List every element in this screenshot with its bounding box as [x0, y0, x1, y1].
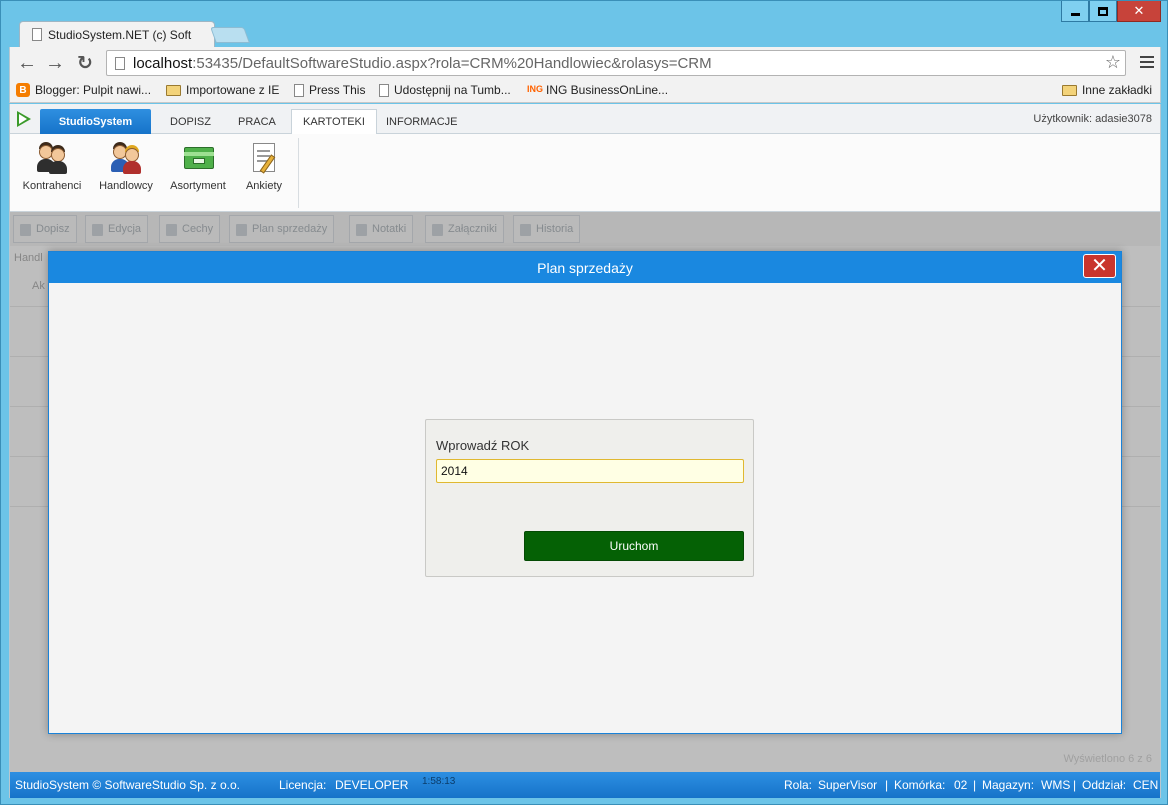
bookmark-label: Blogger: Pulpit nawi...	[35, 83, 152, 97]
contractors-icon	[35, 142, 69, 174]
reload-icon[interactable]: ↻	[74, 52, 96, 74]
maximize-icon	[1098, 6, 1108, 16]
year-input[interactable]	[436, 459, 744, 483]
tab-kartoteki[interactable]: KARTOTEKI	[291, 109, 377, 135]
status-bar: StudioSystem © SoftwareStudio Sp. z o.o.…	[10, 772, 1160, 798]
surveys-icon	[247, 142, 281, 174]
url-host: localhost	[133, 55, 193, 72]
tab-praca[interactable]: PRACA	[227, 109, 287, 134]
minimize-icon	[1070, 12, 1080, 16]
ribbon-label: Asortyment	[170, 180, 226, 192]
page-icon	[294, 83, 304, 97]
back-icon[interactable]: ←	[16, 52, 38, 74]
branch-label: Oddział:	[1082, 778, 1127, 792]
cell-label: Komórka:	[894, 778, 946, 792]
close-icon: ✕	[1091, 255, 1108, 277]
sales-plan-dialog: Plan sprzedaży ✕ Wprowadź ROK Uruchom	[48, 251, 1122, 734]
bookmark-item[interactable]: Udostępnij na Tumb...	[379, 83, 511, 97]
branch-link[interactable]: CEN	[1133, 778, 1158, 792]
other-bookmarks[interactable]: Inne zakładki	[1061, 83, 1152, 97]
separator: |	[1073, 778, 1077, 792]
assortment-icon	[181, 142, 215, 174]
page-icon	[32, 28, 42, 41]
play-icon[interactable]	[17, 111, 31, 127]
license-label: Licencja:	[279, 778, 327, 792]
bookmark-label: Importowane z IE	[186, 83, 280, 97]
window-close-button[interactable]: ✕	[1117, 1, 1161, 22]
separator: |	[885, 778, 889, 792]
tab-title: StudioSystem.NET (c) Soft	[48, 28, 192, 42]
new-tab-button[interactable]	[210, 27, 250, 43]
address-bar[interactable]: localhost:53435/DefaultSoftwareStudio.as…	[106, 50, 1126, 76]
dialog-title: Plan sprzedaży	[49, 252, 1121, 283]
year-label: Wprowadź ROK	[436, 438, 530, 453]
role-label: Rola:	[784, 778, 813, 792]
bookmark-label: Press This	[309, 83, 366, 97]
maximize-button[interactable]	[1089, 1, 1117, 22]
page-icon	[115, 57, 125, 70]
app-menubar: StudioSystem DOPISZ PRACA KARTOTEKI INFO…	[10, 104, 1160, 135]
minimize-button[interactable]	[1061, 1, 1089, 22]
ribbon-separator	[298, 138, 299, 208]
bookmark-label: ING BusinessOnLine...	[546, 83, 669, 97]
ribbon-surveys[interactable]: Ankiety	[228, 142, 300, 192]
tab-dopisz[interactable]: DOPISZ	[159, 109, 222, 134]
browser-toolbar: ← → ↻ localhost:53435/DefaultSoftwareStu…	[9, 47, 1161, 79]
brand-tab[interactable]: StudioSystem	[40, 109, 151, 134]
folder-icon	[1061, 84, 1077, 96]
bookmark-item[interactable]: Press This	[294, 83, 365, 97]
tab-strip: StudioSystem.NET (c) Soft	[9, 21, 609, 47]
blogger-icon: B	[16, 83, 30, 97]
ing-icon: ING	[527, 84, 544, 94]
browser-tab[interactable]: StudioSystem.NET (c) Soft	[19, 21, 215, 47]
ribbon-assortment[interactable]: Asortyment	[162, 142, 234, 192]
user-info: Użytkownik: adasie3078	[1033, 113, 1152, 125]
ribbon: Kontrahenci Handlowcy Asortyment Ankiety	[10, 134, 1160, 212]
dialog-title-text: Plan sprzedaży	[537, 259, 633, 276]
cell-link[interactable]: 02	[954, 778, 967, 792]
bookmark-label: Udostępnij na Tumb...	[394, 83, 511, 97]
url-path: :53435/DefaultSoftwareStudio.aspx?rola=C…	[192, 55, 712, 72]
tab-informacje[interactable]: INFORMACJE	[375, 109, 469, 134]
bookmark-star-icon[interactable]: ☆	[1105, 52, 1121, 73]
copyright-text: StudioSystem © SoftwareStudio Sp. z o.o.	[15, 778, 240, 792]
ribbon-label: Handlowcy	[99, 180, 153, 192]
warehouse-label: Magazyn:	[982, 778, 1035, 792]
browser-menu-icon[interactable]	[1140, 56, 1154, 68]
license-value: DEVELOPER	[335, 778, 409, 792]
bookmark-item[interactable]: B Blogger: Pulpit nawi...	[16, 83, 151, 97]
ribbon-salespeople[interactable]: Handlowcy	[90, 142, 162, 192]
bookmark-item[interactable]: ING ING BusinessOnLine...	[527, 83, 668, 97]
bookmark-item[interactable]: Importowane z IE	[166, 83, 279, 97]
year-form: Wprowadź ROK Uruchom	[425, 419, 754, 577]
separator: |	[973, 778, 977, 792]
page-icon	[379, 83, 389, 97]
browser-window: ✕ StudioSystem.NET (c) Soft ← → ↻ localh…	[0, 0, 1168, 805]
dialog-close-button[interactable]: ✕	[1083, 254, 1116, 278]
ribbon-label: Kontrahenci	[22, 180, 82, 192]
bookmarks-bar: B Blogger: Pulpit nawi... Importowane z …	[9, 79, 1161, 103]
session-time: 1:58:13	[422, 776, 456, 787]
close-icon: ✕	[1133, 3, 1145, 18]
folder-icon	[166, 84, 181, 96]
forward-icon[interactable]: →	[44, 52, 66, 74]
ribbon-contractors[interactable]: Kontrahenci	[16, 142, 88, 192]
window-controls: ✕	[1061, 1, 1161, 23]
salespeople-icon	[109, 142, 143, 174]
role-link[interactable]: SuperVisor	[818, 778, 877, 792]
run-button[interactable]: Uruchom	[524, 531, 744, 561]
ribbon-label: Ankiety	[245, 180, 283, 192]
bookmark-label: Inne zakładki	[1081, 83, 1152, 97]
warehouse-link[interactable]: WMS	[1041, 778, 1070, 792]
